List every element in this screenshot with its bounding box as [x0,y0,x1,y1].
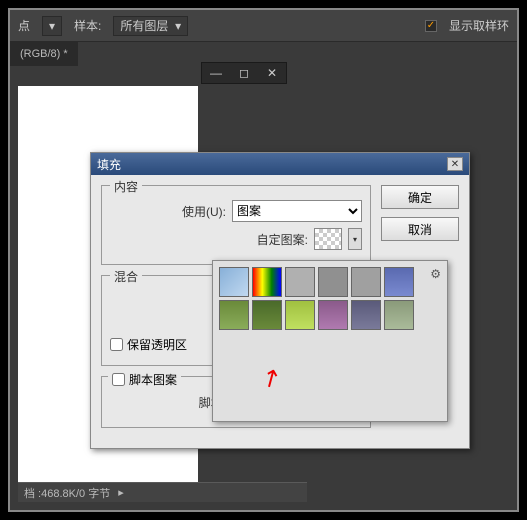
script-pattern-checkbox[interactable] [112,373,125,386]
use-select[interactable]: 图案 [232,200,362,222]
sample-dropdown[interactable]: 所有图层 ▾ [113,16,188,36]
dialog-close-button[interactable]: ✕ [447,157,463,171]
pattern-swatch-item[interactable] [219,300,249,330]
document-window-controls: — ◻ ✕ [201,62,287,84]
pattern-swatch-item[interactable] [318,300,348,330]
dialog-titlebar[interactable]: 填充 ✕ [91,153,469,175]
pattern-grid [219,267,441,330]
pattern-swatch-item[interactable] [252,267,282,297]
sample-label: 样本: [74,17,101,34]
blend-group-title: 混合 [110,268,142,285]
use-label: 使用(U): [182,203,226,220]
maximize-button[interactable]: ◻ [230,63,258,83]
content-group: 内容 使用(U): 图案 自定图案: ▾ [101,185,371,265]
content-group-title: 内容 [110,178,142,195]
pattern-picker-flyout: ⚙ ↗ [212,260,448,422]
show-sample-ring-label: 显示取样环 [449,17,509,34]
annotation-arrow: ↗ [255,361,287,396]
pattern-swatch-item[interactable] [351,300,381,330]
options-bar: 点 ▾ 样本: 所有图层 ▾ ✓ 显示取样环 [10,10,517,42]
script-pattern-label: 脚本图案 [129,371,177,388]
pattern-swatch-item[interactable] [219,267,249,297]
close-button[interactable]: ✕ [258,63,286,83]
pattern-swatch-item[interactable] [384,267,414,297]
point-dropdown[interactable]: ▾ [42,16,62,36]
point-label: 点 [18,17,30,34]
preserve-transparency-checkbox[interactable] [110,338,123,351]
pattern-swatch-item[interactable] [252,300,282,330]
ok-button[interactable]: 确定 [381,185,459,209]
document-tab[interactable]: (RGB/8) * [10,42,78,66]
pattern-swatch-item[interactable] [351,267,381,297]
status-bar: 档 :468.8K/0 字节 ▸ [18,482,307,502]
pattern-swatch-item[interactable] [285,267,315,297]
pattern-swatch[interactable] [314,228,342,250]
custom-pattern-label: 自定图案: [257,231,308,248]
pattern-swatch-item[interactable] [285,300,315,330]
cancel-button[interactable]: 取消 [381,217,459,241]
gear-icon[interactable]: ⚙ [430,267,441,281]
dialog-title-text: 填充 [97,156,121,173]
pattern-swatch-item[interactable] [318,267,348,297]
pattern-swatch-item[interactable] [384,300,414,330]
preserve-transparency-label: 保留透明区 [127,336,187,353]
pattern-dropdown-arrow[interactable]: ▾ [348,228,362,250]
minimize-button[interactable]: — [202,63,230,83]
show-sample-ring-checkbox[interactable]: ✓ [425,20,437,32]
